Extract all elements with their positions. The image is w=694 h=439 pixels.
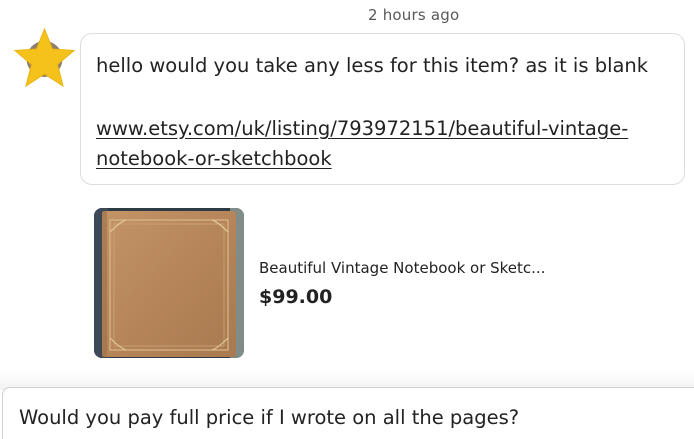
listing-thumbnail[interactable] (94, 208, 244, 358)
listing-link[interactable]: www.etsy.com/uk/listing/793972151/beauti… (96, 114, 636, 174)
listing-price: $99.00 (259, 286, 333, 308)
message-text: hello would you take any less for this i… (96, 54, 649, 77)
message-bubble: hello would you take any less for this i… (80, 33, 685, 185)
listing-title[interactable]: Beautiful Vintage Notebook or Sketc... (259, 259, 545, 277)
notebook-image (94, 208, 244, 358)
message-timestamp: 2 hours ago (368, 6, 460, 24)
conversation-view: 2 hours ago hello would you take any les… (0, 0, 694, 439)
star-icon (13, 27, 76, 88)
sender-avatar[interactable] (13, 27, 76, 90)
message-composer[interactable]: Would you pay full price if I wrote on a… (2, 387, 694, 439)
listing-card[interactable]: Beautiful Vintage Notebook or Sketc... $… (94, 208, 574, 358)
composer-draft-text[interactable]: Would you pay full price if I wrote on a… (19, 406, 519, 429)
